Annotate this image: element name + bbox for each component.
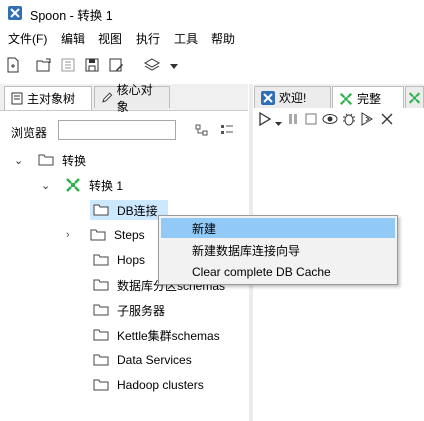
window-title: Spoon - 转换 1 [30, 9, 113, 23]
caret-down-icon[interactable] [170, 59, 186, 75]
tab-core-objects[interactable]: 核心对象 [94, 83, 170, 114]
tree-item-label: Steps [114, 228, 145, 242]
stop-icon[interactable] [304, 112, 318, 129]
new-file-icon[interactable] [5, 57, 21, 73]
tree-item-steps[interactable]: › Steps [66, 225, 145, 245]
tree-item-label: Hadoop clusters [117, 378, 204, 392]
replay-icon[interactable] [360, 112, 374, 129]
chevron-right-icon[interactable]: › [66, 229, 90, 241]
browser-search-input[interactable] [58, 120, 176, 140]
collapse-all-icon[interactable] [195, 124, 209, 139]
menu-edit[interactable]: 编辑 [61, 30, 85, 47]
object-tree-icon [11, 92, 23, 105]
tab-main-object-tree-label: 主对象树 [27, 92, 76, 106]
tab-welcome[interactable]: 欢迎! [254, 86, 331, 108]
run-icon[interactable] [258, 111, 272, 129]
folder-icon [93, 279, 109, 291]
menu-tools[interactable]: 工具 [174, 30, 198, 47]
folder-icon [93, 304, 109, 316]
folder-icon [93, 329, 109, 341]
tab-transformation[interactable]: 完整 [332, 86, 404, 110]
preview-eye-icon[interactable] [322, 112, 338, 129]
right-tab-bar: 欢迎! 完整 [254, 84, 424, 110]
caret-down-icon[interactable] [275, 116, 282, 130]
context-menu-clear-db-cache[interactable]: Clear complete DB Cache [161, 262, 395, 282]
transformation-icon [339, 92, 353, 105]
save-as-icon[interactable] [108, 57, 124, 73]
tab-main-object-tree[interactable]: 主对象树 [4, 86, 92, 110]
save-icon[interactable] [84, 57, 100, 73]
folder-icon [93, 204, 109, 216]
layers-icon[interactable] [143, 57, 161, 73]
tree-item-data-services[interactable]: Data Services [93, 350, 192, 370]
spoon-app-icon [8, 6, 22, 20]
browser-label: 浏览器 [11, 126, 48, 140]
tree-item-db-connections[interactable]: DB连接 [90, 200, 168, 220]
menu-help[interactable]: 帮助 [211, 30, 235, 47]
chevron-down-icon[interactable]: ⌄ [14, 154, 24, 167]
tree-node-transformation-1[interactable]: ⌄ 转换 1 [41, 175, 123, 195]
main-toolbar [0, 48, 424, 82]
context-menu-new[interactable]: 新建 [161, 218, 395, 238]
debug-bug-icon[interactable] [342, 111, 356, 130]
tree-item-label: Hops [117, 253, 146, 267]
tree-node-transformations-label: 转换 [62, 153, 87, 168]
tab-core-objects-label: 核心对象 [116, 82, 153, 114]
spoon-icon [261, 90, 275, 105]
menu-view[interactable]: 视图 [98, 30, 122, 47]
tree-node-transformation-1-label: 转换 1 [89, 178, 124, 193]
title-bar: Spoon - 转换 1 [0, 0, 424, 26]
canvas-toolbar [254, 108, 424, 133]
verify-icon[interactable] [380, 112, 394, 129]
open-file-icon[interactable] [36, 57, 52, 73]
chevron-down-icon[interactable]: ⌄ [41, 179, 51, 192]
folder-icon [93, 379, 109, 391]
pencil-icon [102, 92, 113, 103]
context-menu-new-db-wizard[interactable]: 新建数据库连接向导 [161, 240, 395, 260]
tree-item-hadoop-clusters[interactable]: Hadoop clusters [93, 375, 204, 395]
transformation-icon [408, 91, 421, 104]
tree-item-label: DB连接 [117, 203, 158, 218]
folder-icon [93, 254, 109, 266]
tree-node-transformations[interactable]: ⌄ 转换 [14, 150, 86, 170]
menu-file[interactable]: 文件(F) [8, 30, 47, 47]
tab-overflow[interactable] [405, 86, 424, 108]
tree-item-hops[interactable]: Hops [93, 250, 145, 270]
tree-item-label: Kettle集群schemas [117, 328, 220, 343]
tab-transformation-label: 完整 [357, 92, 382, 106]
tree-item-cluster-schemas[interactable]: Kettle集群schemas [93, 325, 220, 345]
tree-item-label: 子服务器 [117, 303, 166, 318]
folder-icon [38, 154, 54, 166]
tree-item-slave-servers[interactable]: 子服务器 [93, 300, 165, 320]
menu-run[interactable]: 执行 [136, 30, 160, 47]
context-menu: 新建 新建数据库连接向导 Clear complete DB Cache [158, 215, 398, 285]
transformation-icon [66, 178, 80, 192]
pause-icon[interactable] [286, 112, 300, 129]
tab-welcome-label: 欢迎! [279, 91, 307, 105]
folder-icon [90, 229, 106, 241]
left-tab-bar: 主对象树 核心对象 [0, 83, 248, 114]
tree-item-label: Data Services [117, 353, 192, 367]
folder-icon [93, 354, 109, 366]
menu-bar: 文件(F) 编辑 视图 执行 工具 帮助 [0, 26, 424, 48]
expand-all-icon[interactable] [220, 124, 234, 139]
explore-repository-icon[interactable] [60, 57, 76, 73]
